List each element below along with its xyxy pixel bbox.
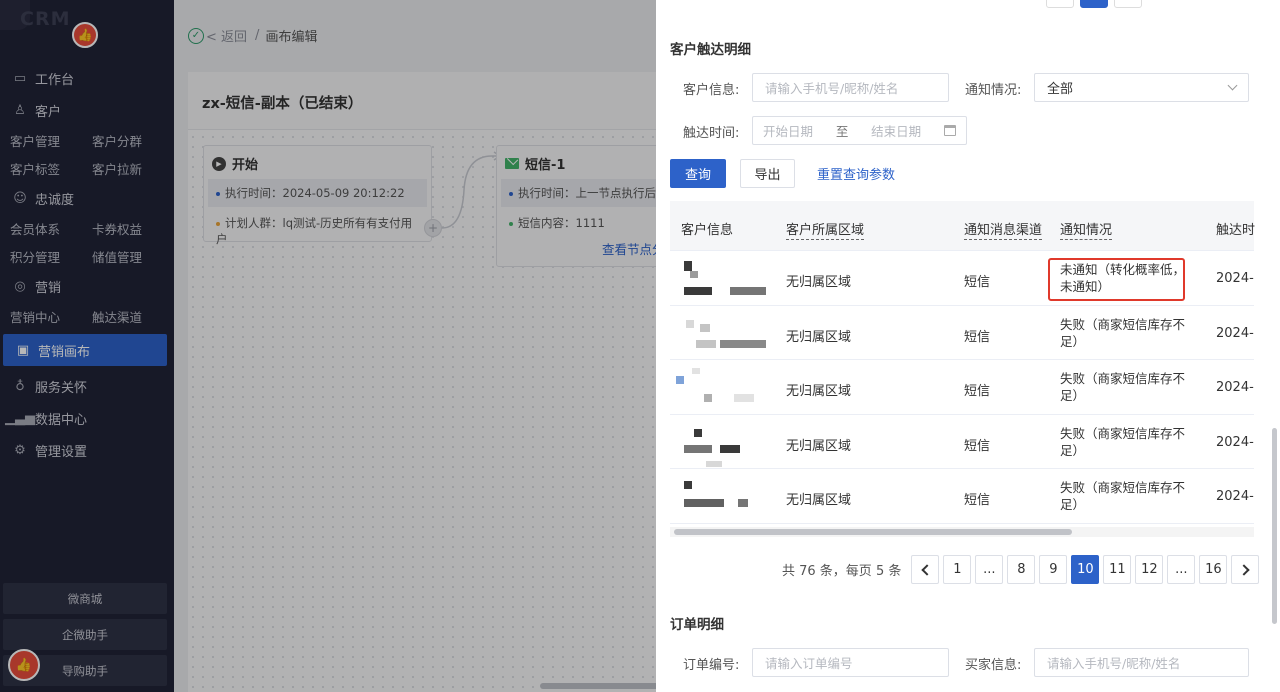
table-row[interactable]: 无归属区域 短信 失败（商家短信库存不足） 2024- bbox=[670, 415, 1254, 469]
notify-status-label: 通知情况: bbox=[965, 83, 1022, 98]
page-1[interactable]: 1 bbox=[943, 555, 972, 584]
top-pagination-fragment bbox=[1046, 0, 1142, 8]
cell-channel: 短信 bbox=[964, 438, 991, 454]
cell-region: 无归属区域 bbox=[786, 329, 852, 345]
cell-time: 2024- bbox=[1216, 489, 1254, 504]
pagination: 共 76 条，每页 5 条 1 ... 8 9 10 11 12 ... 16 bbox=[782, 555, 1260, 584]
page-10-current[interactable]: 10 bbox=[1071, 555, 1100, 584]
date-separator: 至 bbox=[835, 124, 849, 139]
reach-detail-table: 客户信息 客户所属区域 通知消息渠道 通知情况 触达时 无归属区域 短信 未通知… bbox=[670, 201, 1256, 537]
col-reach-time: 触达时 bbox=[1216, 223, 1256, 238]
page-11[interactable]: 11 bbox=[1103, 555, 1132, 584]
chevron-right-icon bbox=[1238, 563, 1250, 576]
table-horizontal-scrollbar[interactable] bbox=[670, 527, 1254, 537]
cell-time: 2024- bbox=[1216, 325, 1254, 341]
export-button[interactable]: 导出 bbox=[740, 159, 795, 188]
table-row[interactable]: 无归属区域 短信 失败（商家短信库存不足） 2024- bbox=[670, 306, 1254, 360]
detail-drawer: 客户触达明细 客户信息: 请输入手机号/昵称/姓名 通知情况: 全部 触达时间:… bbox=[656, 0, 1280, 692]
calendar-icon bbox=[943, 125, 956, 136]
table-row[interactable]: 无归属区域 短信 未通知（转化概率低，未通知） 2024- bbox=[670, 251, 1254, 306]
buyer-info-input[interactable]: 请输入手机号/昵称/姓名 bbox=[1034, 648, 1249, 677]
cell-region: 无归属区域 bbox=[786, 384, 852, 399]
page-12[interactable]: 12 bbox=[1135, 555, 1164, 584]
customer-info-input[interactable]: 请输入手机号/昵称/姓名 bbox=[752, 73, 949, 102]
page-ellipsis[interactable]: ... bbox=[975, 555, 1004, 584]
cell-channel: 短信 bbox=[964, 329, 991, 345]
modal-overlay[interactable] bbox=[0, 0, 656, 692]
customer-info-label: 客户信息: bbox=[683, 83, 740, 98]
page-button[interactable] bbox=[1114, 0, 1142, 8]
pagination-total: 共 76 条，每页 5 条 bbox=[782, 564, 902, 579]
prev-page-button[interactable] bbox=[911, 555, 940, 584]
order-no-input[interactable]: 请输入订单编号 bbox=[752, 648, 949, 677]
page-ellipsis[interactable]: ... bbox=[1167, 555, 1196, 584]
notify-status-select[interactable]: 全部 bbox=[1034, 73, 1249, 102]
cell-notice: 失败（商家短信库存不足） bbox=[1060, 316, 1186, 349]
page-button-active[interactable] bbox=[1080, 0, 1108, 8]
cell-region: 无归属区域 bbox=[786, 275, 852, 290]
col-customer-info: 客户信息 bbox=[681, 223, 734, 238]
scrollbar-thumb[interactable] bbox=[674, 529, 1072, 535]
reach-time-range-picker[interactable]: 开始日期 至 结束日期 bbox=[752, 116, 967, 145]
cell-region: 无归属区域 bbox=[786, 493, 852, 508]
table-row[interactable]: 无归属区域 短信 失败（商家短信库存不足） 2024- bbox=[670, 360, 1254, 415]
query-button[interactable]: 查询 bbox=[670, 159, 726, 188]
section-title-reach-detail: 客户触达明细 bbox=[670, 42, 751, 58]
cell-time: 2024- bbox=[1216, 380, 1254, 395]
highlight-box bbox=[1048, 258, 1185, 301]
next-page-button[interactable] bbox=[1231, 555, 1260, 584]
col-customer-region[interactable]: 客户所属区域 bbox=[786, 219, 865, 240]
page-button[interactable] bbox=[1046, 0, 1074, 8]
cell-channel: 短信 bbox=[964, 384, 991, 399]
col-notify-channel[interactable]: 通知消息渠道 bbox=[964, 219, 1043, 240]
cell-region: 无归属区域 bbox=[786, 438, 852, 454]
reset-query-button[interactable]: 重置查询参数 bbox=[816, 159, 896, 188]
chevron-down-icon bbox=[1227, 80, 1238, 91]
start-date-placeholder: 开始日期 bbox=[763, 124, 814, 139]
page-16[interactable]: 16 bbox=[1199, 555, 1228, 584]
page-8[interactable]: 8 bbox=[1007, 555, 1036, 584]
table-header: 客户信息 客户所属区域 通知消息渠道 通知情况 触达时 bbox=[670, 201, 1256, 251]
end-date-placeholder: 结束日期 bbox=[871, 124, 922, 139]
cell-notice: 失败（商家短信库存不足） bbox=[1060, 480, 1186, 512]
drawer-vertical-scrollbar[interactable] bbox=[1272, 428, 1277, 624]
cell-notice: 失败（商家短信库存不足） bbox=[1060, 425, 1186, 458]
cell-channel: 短信 bbox=[964, 493, 991, 508]
cell-time: 2024- bbox=[1216, 271, 1254, 286]
select-value: 全部 bbox=[1047, 82, 1074, 97]
buyer-info-label: 买家信息: bbox=[965, 658, 1022, 673]
col-notify-status[interactable]: 通知情况 bbox=[1060, 219, 1113, 240]
order-no-label: 订单编号: bbox=[683, 658, 740, 673]
cell-notice: 失败（商家短信库存不足） bbox=[1060, 371, 1186, 403]
cell-time: 2024- bbox=[1216, 434, 1254, 450]
reach-time-label: 触达时间: bbox=[683, 126, 740, 141]
chevron-left-icon bbox=[921, 563, 933, 576]
table-row[interactable]: 无归属区域 短信 失败（商家短信库存不足） 2024- bbox=[670, 469, 1254, 524]
cell-channel: 短信 bbox=[964, 275, 991, 290]
section-title-order-detail: 订单明细 bbox=[670, 617, 724, 633]
page-9[interactable]: 9 bbox=[1039, 555, 1068, 584]
